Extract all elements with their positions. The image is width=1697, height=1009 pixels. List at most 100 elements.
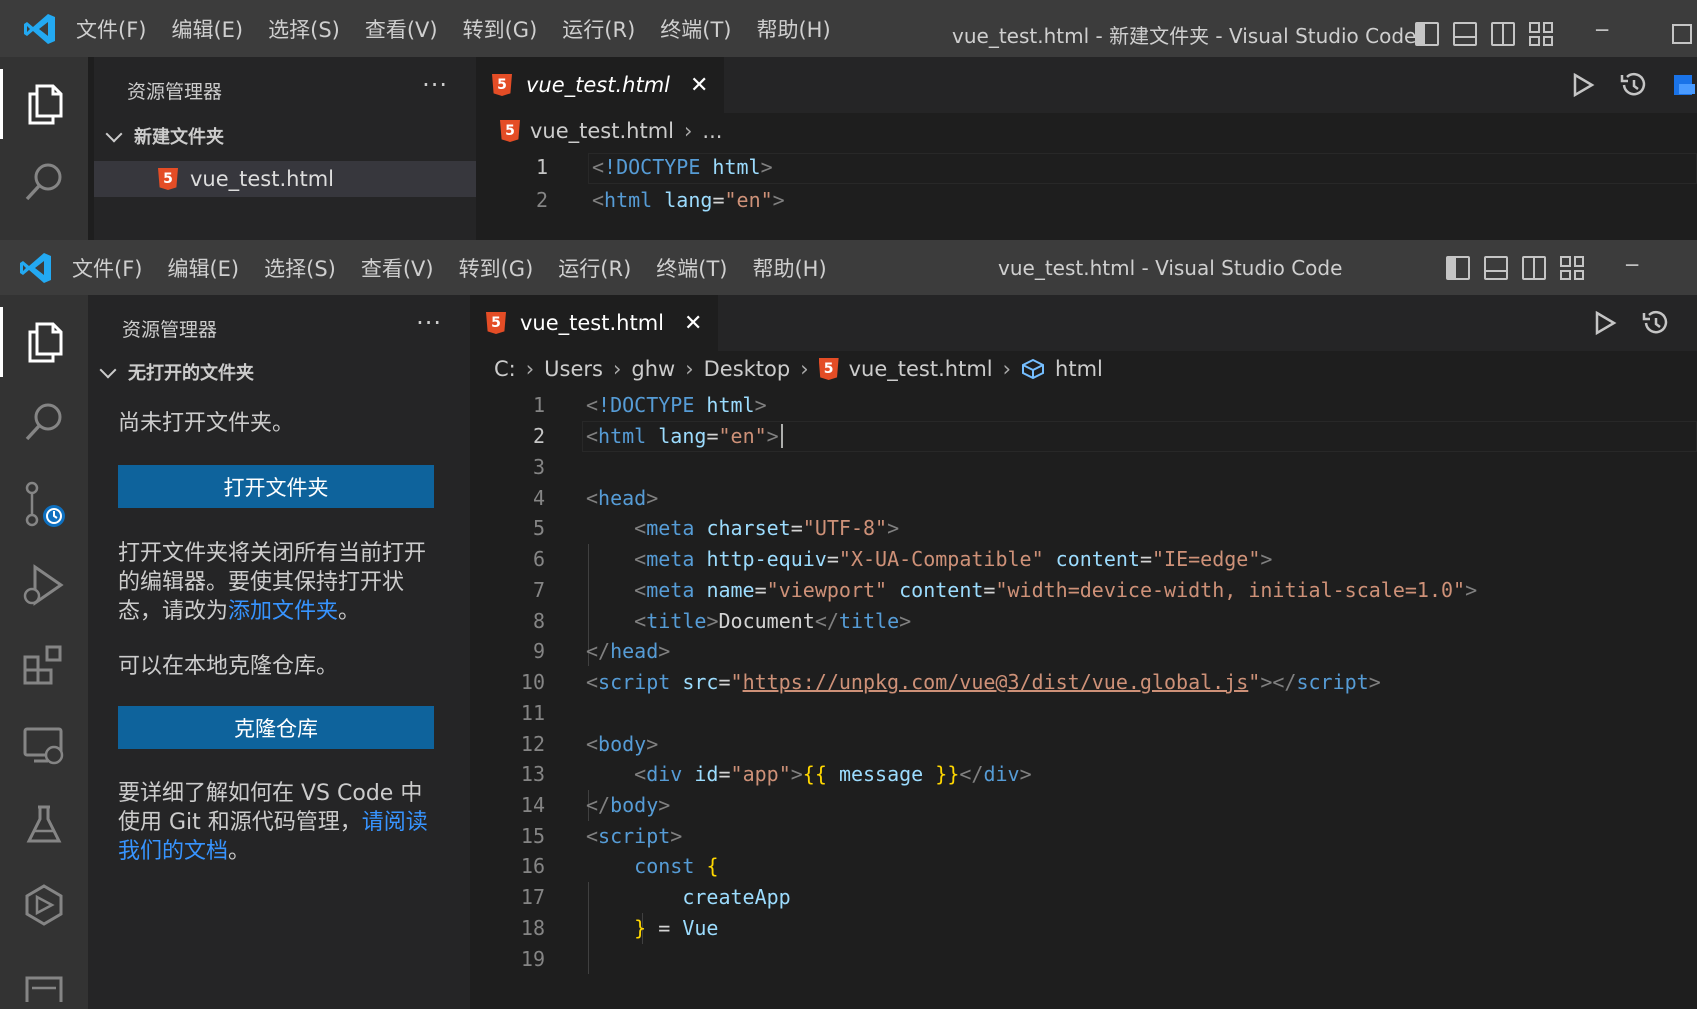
line-number: 19	[520, 947, 545, 971]
search-icon[interactable]	[0, 387, 88, 457]
foreground-vscode-window: 文件(F) 编辑(E) 选择(S) 查看(V) 转到(G) 运行(R) 终端(T…	[0, 240, 1697, 1009]
title-bar: 文件(F) 编辑(E) 选择(S) 查看(V) 转到(G) 运行(R) 终端(T…	[0, 240, 1697, 295]
breadcrumb-users[interactable]: Users	[544, 357, 603, 381]
remote-explorer-icon[interactable]	[0, 710, 88, 780]
run-icon[interactable]	[1571, 72, 1595, 98]
editor-actions	[1593, 309, 1669, 337]
run-icon[interactable]	[1593, 310, 1617, 336]
breadcrumb: C: › Users › ghw › Desktop › 5 vue_test.…	[494, 357, 1103, 381]
breadcrumb-symbol[interactable]: html	[1055, 357, 1103, 381]
code-line: <!DOCTYPE html>	[592, 155, 773, 179]
line-number: 7	[532, 578, 545, 602]
menu-terminal[interactable]: 终端(T)	[660, 14, 731, 44]
menu-run[interactable]: 运行(R)	[558, 253, 631, 283]
line-number: 10	[520, 670, 545, 694]
folder-section-header[interactable]: 新建文件夹	[104, 123, 224, 149]
breadcrumb-user[interactable]: ghw	[631, 357, 675, 381]
close-tab-icon[interactable]: ✕	[690, 73, 708, 98]
vue-icon[interactable]	[0, 870, 88, 940]
run-debug-icon[interactable]	[0, 550, 88, 620]
open-folder-button[interactable]: 打开文件夹	[118, 465, 434, 508]
tab-vue-test-preview[interactable]: 5 vue_test.html ✕	[476, 57, 725, 113]
menu-go[interactable]: 转到(G)	[459, 253, 534, 283]
toggle-secondary-sidebar-icon[interactable]	[1522, 256, 1546, 280]
toggle-secondary-sidebar-icon[interactable]	[1491, 22, 1515, 46]
no-folder-message: 尚未打开文件夹。	[118, 411, 295, 436]
menu-help[interactable]: 帮助(H)	[756, 14, 830, 44]
activity-bar	[0, 57, 88, 240]
extensions-icon[interactable]	[0, 630, 88, 700]
toggle-primary-sidebar-icon[interactable]	[1415, 22, 1439, 46]
menu-terminal[interactable]: 终端(T)	[656, 253, 727, 283]
timeline-history-icon[interactable]	[1641, 309, 1669, 337]
add-folder-link[interactable]: 添加文件夹	[228, 599, 338, 624]
line-number: 4	[532, 486, 545, 510]
title-bar: 文件(F) 编辑(E) 选择(S) 查看(V) 转到(G) 运行(R) 终端(T…	[0, 0, 1697, 57]
search-icon[interactable]	[0, 147, 88, 217]
testing-icon[interactable]	[0, 790, 88, 860]
menu-edit[interactable]: 编辑(E)	[167, 253, 239, 283]
code-line: <script src="https://unpkg.com/vue@3/dis…	[586, 670, 1381, 694]
more-actions-button[interactable]: ···	[422, 71, 448, 99]
clone-repository-button[interactable]: 克隆仓库	[118, 706, 434, 749]
menu-help[interactable]: 帮助(H)	[752, 253, 826, 283]
toggle-panel-icon[interactable]	[1453, 22, 1477, 46]
maximize-button[interactable]	[1672, 24, 1692, 44]
timeline-history-icon[interactable]	[1619, 71, 1647, 99]
code-line: <html lang="en">	[586, 424, 783, 448]
menu-view[interactable]: 查看(V)	[365, 14, 438, 44]
explorer-icon[interactable]	[0, 69, 88, 139]
minimize-button[interactable]: ─	[1596, 18, 1608, 42]
customize-layout-icon[interactable]	[1560, 256, 1584, 280]
code-line: <meta http-equiv="X-UA-Compatible" conte…	[634, 547, 1273, 571]
code-line: <body>	[586, 732, 659, 756]
code-line: <title>Document</title>	[634, 609, 912, 633]
output-icon[interactable]	[0, 945, 88, 1009]
breadcrumb-more[interactable]: ...	[702, 119, 722, 143]
chevron-right-icon: ›	[525, 357, 535, 381]
menu-edit[interactable]: 编辑(E)	[171, 14, 243, 44]
breadcrumb-file[interactable]: vue_test.html	[849, 357, 993, 381]
menu-file[interactable]: 文件(F)	[76, 14, 146, 44]
menu-selection[interactable]: 选择(S)	[264, 253, 336, 283]
breadcrumb: 5 vue_test.html › ...	[500, 119, 722, 143]
menu-file[interactable]: 文件(F)	[72, 253, 142, 283]
code-line: <div id="app">{{ message }}</div>	[634, 762, 1032, 786]
menu-selection[interactable]: 选择(S)	[268, 14, 340, 44]
no-folder-section-header[interactable]: 无打开的文件夹	[98, 359, 254, 385]
learn-end: 。	[228, 839, 251, 864]
source-control-icon[interactable]	[0, 470, 88, 540]
file-item-vue-test[interactable]: 5 vue_test.html	[94, 161, 476, 197]
chevron-right-icon: ›	[800, 357, 809, 381]
explorer-icon[interactable]	[0, 307, 88, 377]
line-number: 17	[520, 885, 545, 909]
toggle-primary-sidebar-icon[interactable]	[1446, 256, 1470, 280]
chevron-right-icon: ›	[685, 357, 694, 381]
html-file-icon: 5	[500, 120, 520, 142]
minimize-button[interactable]: ─	[1626, 253, 1638, 277]
code-line: <meta charset="UTF-8">	[634, 516, 900, 540]
tab-vue-test[interactable]: 5 vue_test.html ✕	[470, 295, 719, 351]
code-line: </head>	[586, 639, 671, 663]
breadcrumb-file[interactable]: vue_test.html	[530, 119, 674, 143]
preview-extension-icon[interactable]	[1671, 72, 1697, 98]
close-tab-icon[interactable]: ✕	[684, 311, 702, 336]
breadcrumb-desktop[interactable]: Desktop	[704, 357, 791, 381]
more-actions-button[interactable]: ···	[416, 309, 442, 337]
line-number: 14	[520, 793, 545, 817]
breadcrumb-drive[interactable]: C:	[494, 357, 516, 381]
code-line: } = Vue	[634, 916, 719, 940]
menu-view[interactable]: 查看(V)	[361, 253, 434, 283]
line-number: 1	[535, 155, 548, 179]
toggle-panel-icon[interactable]	[1484, 256, 1508, 280]
menu-go[interactable]: 转到(G)	[463, 14, 538, 44]
sidebar-title: 资源管理器	[122, 319, 218, 341]
menu-bar: 文件(F) 编辑(E) 选择(S) 查看(V) 转到(G) 运行(R) 终端(T…	[76, 14, 831, 44]
tab-label: vue_test.html	[520, 311, 664, 335]
editor-area: 5 vue_test.html ✕ 5 vue_test.html › ... …	[476, 57, 1697, 240]
chevron-down-icon	[105, 125, 123, 142]
menu-run[interactable]: 运行(R)	[562, 14, 635, 44]
file-name: vue_test.html	[190, 167, 334, 191]
customize-layout-icon[interactable]	[1529, 22, 1553, 46]
open-description-end: 。	[338, 599, 361, 624]
